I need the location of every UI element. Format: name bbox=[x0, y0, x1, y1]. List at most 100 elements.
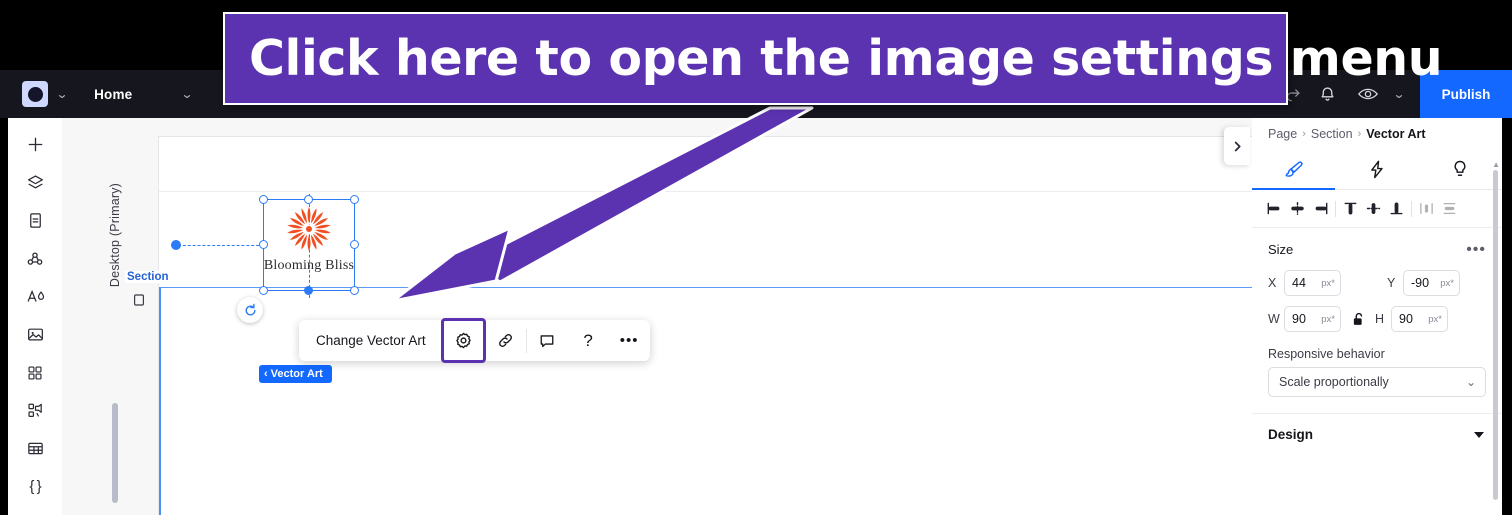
resize-handle-bottom-left[interactable] bbox=[259, 286, 268, 295]
h-label: H bbox=[1375, 312, 1385, 326]
h-input[interactable]: 90 px* bbox=[1391, 306, 1448, 332]
triangle-down-icon bbox=[1474, 431, 1484, 438]
x-value: 44 bbox=[1292, 276, 1306, 290]
guide-anchor-dot bbox=[171, 240, 181, 250]
distribute-v-icon[interactable] bbox=[1439, 197, 1460, 221]
tab-interactions[interactable] bbox=[1335, 150, 1418, 189]
lightning-icon bbox=[1371, 160, 1383, 179]
breadcrumb-section[interactable]: Section bbox=[1311, 127, 1353, 141]
unlocked-padlock-icon[interactable] bbox=[1341, 312, 1375, 327]
section-label: Section bbox=[125, 271, 171, 283]
align-middle-v-icon[interactable] bbox=[1363, 197, 1384, 221]
instruction-banner-text: Click here to open the image settings me… bbox=[249, 30, 1443, 87]
panel-collapse-button[interactable] bbox=[1224, 127, 1250, 165]
breadcrumb-page[interactable]: Page bbox=[1268, 127, 1297, 141]
size-more-button[interactable]: ••• bbox=[1466, 241, 1486, 257]
vector-art-content: Blooming Bliss bbox=[264, 200, 354, 290]
y-input[interactable]: -90 px* bbox=[1403, 270, 1460, 296]
y-value: -90 bbox=[1411, 276, 1430, 290]
rail-item-layers[interactable] bbox=[16, 166, 54, 199]
w-unit: px* bbox=[1321, 313, 1335, 325]
app-root: ⌄ Home ⌄ ⌄ Publish {} Desktop (Primary)… bbox=[0, 0, 1512, 515]
rail-item-marketing[interactable] bbox=[16, 394, 54, 427]
chevron-down-icon[interactable]: ⌄ bbox=[56, 88, 69, 100]
resize-handle-top-left[interactable] bbox=[259, 195, 268, 204]
image-settings-button[interactable] bbox=[440, 318, 486, 363]
ellipsis-icon: ••• bbox=[619, 331, 639, 349]
question-mark-icon: ? bbox=[583, 330, 593, 350]
design-title: Design bbox=[1268, 427, 1314, 442]
resize-handle-bottom-center[interactable] bbox=[304, 286, 313, 295]
frame-header-band bbox=[159, 137, 1252, 192]
breadcrumb-separator: › bbox=[1302, 128, 1306, 140]
distribute-h-icon[interactable] bbox=[1416, 197, 1437, 221]
inspector-panel: Page › Section › Vector Art Size ••• X 4… bbox=[1252, 118, 1502, 515]
link-button[interactable] bbox=[485, 320, 526, 361]
w-label: W bbox=[1268, 312, 1280, 326]
resize-handle-top-right[interactable] bbox=[350, 195, 359, 204]
align-bottom-icon[interactable] bbox=[1386, 197, 1407, 221]
responsive-behavior-select[interactable]: Scale proportionally ⌄ bbox=[1268, 367, 1486, 397]
responsive-behavior-value: Scale proportionally bbox=[1279, 375, 1389, 389]
help-button[interactable]: ? bbox=[568, 320, 609, 361]
h-unit: px* bbox=[1428, 313, 1442, 325]
resize-handle-middle-left[interactable] bbox=[259, 240, 268, 249]
rail-item-apps[interactable] bbox=[16, 356, 54, 389]
y-label: Y bbox=[1387, 276, 1396, 290]
align-left-icon[interactable] bbox=[1264, 197, 1285, 221]
logo-dot bbox=[27, 86, 43, 102]
breadcrumb-current: Vector Art bbox=[1366, 127, 1426, 141]
w-input[interactable]: 90 px* bbox=[1284, 306, 1341, 332]
rail-item-site-structure[interactable] bbox=[16, 242, 54, 275]
tab-design[interactable] bbox=[1252, 150, 1336, 190]
rail-item-tables[interactable] bbox=[16, 432, 54, 465]
resize-handle-top-center[interactable] bbox=[304, 195, 313, 204]
panel-tabs bbox=[1252, 150, 1502, 190]
editor-logo-icon[interactable] bbox=[22, 81, 48, 107]
brush-icon bbox=[1285, 161, 1303, 177]
size-section-header: Size ••• bbox=[1252, 228, 1502, 265]
rail-item-dev-mode[interactable]: { } bbox=[16, 470, 54, 503]
x-label: X bbox=[1268, 276, 1277, 290]
align-right-icon[interactable] bbox=[1310, 197, 1331, 221]
resize-handle-bottom-right[interactable] bbox=[350, 286, 359, 295]
page-frame[interactable]: Section Blooming Bliss ‹ Vector Art Chan… bbox=[125, 136, 1252, 515]
left-icon-rail: { } bbox=[8, 118, 62, 515]
rail-item-text-theme[interactable] bbox=[16, 280, 54, 313]
chevron-down-icon[interactable]: ⌄ bbox=[181, 88, 194, 100]
device-icon bbox=[133, 293, 145, 312]
lightbulb-icon bbox=[1454, 160, 1466, 176]
canvas-stage[interactable]: Desktop (Primary) Section Blooming Bliss… bbox=[62, 118, 1252, 515]
scroll-up-arrow-icon[interactable]: ▲ bbox=[1492, 160, 1500, 169]
x-input[interactable]: 44 px* bbox=[1284, 270, 1341, 296]
align-center-h-icon[interactable] bbox=[1287, 197, 1308, 221]
instruction-banner: Click here to open the image settings me… bbox=[223, 12, 1443, 105]
element-type-badge[interactable]: ‹ Vector Art bbox=[259, 365, 332, 383]
rotate-icon[interactable] bbox=[237, 297, 263, 323]
rail-item-pages[interactable] bbox=[16, 204, 54, 237]
w-value: 90 bbox=[1292, 312, 1306, 326]
size-position-row: X 44 px* Y -90 px* bbox=[1252, 265, 1502, 301]
canvas-scrollbar[interactable] bbox=[112, 403, 118, 503]
home-label[interactable]: Home bbox=[94, 87, 132, 102]
center-guide-horizontal bbox=[178, 245, 264, 246]
selected-element-box[interactable]: Blooming Bliss bbox=[171, 194, 359, 298]
align-top-icon[interactable] bbox=[1340, 197, 1361, 221]
resize-handle-middle-right[interactable] bbox=[350, 240, 359, 249]
h-value: 90 bbox=[1399, 312, 1413, 326]
change-vector-art-button[interactable]: Change Vector Art bbox=[299, 333, 442, 348]
more-options-button[interactable]: ••• bbox=[609, 320, 650, 361]
panel-scrollbar[interactable] bbox=[1493, 170, 1498, 500]
design-section-header[interactable]: Design bbox=[1252, 414, 1502, 442]
viewport-label: Desktop (Primary) bbox=[108, 182, 122, 288]
chevron-down-icon[interactable]: ⌄ bbox=[1393, 88, 1406, 100]
comment-button[interactable] bbox=[527, 320, 568, 361]
rail-item-media[interactable] bbox=[16, 318, 54, 351]
tab-tips[interactable] bbox=[1419, 150, 1502, 189]
logo-wordmark: Blooming Bliss bbox=[263, 258, 355, 273]
rail-item-add[interactable] bbox=[16, 128, 54, 161]
toolbar-divider bbox=[1411, 200, 1412, 217]
responsive-behavior-label: Responsive behavior bbox=[1268, 347, 1385, 361]
chevron-down-icon: ⌄ bbox=[1465, 375, 1476, 389]
breadcrumb-separator: › bbox=[1357, 128, 1362, 140]
